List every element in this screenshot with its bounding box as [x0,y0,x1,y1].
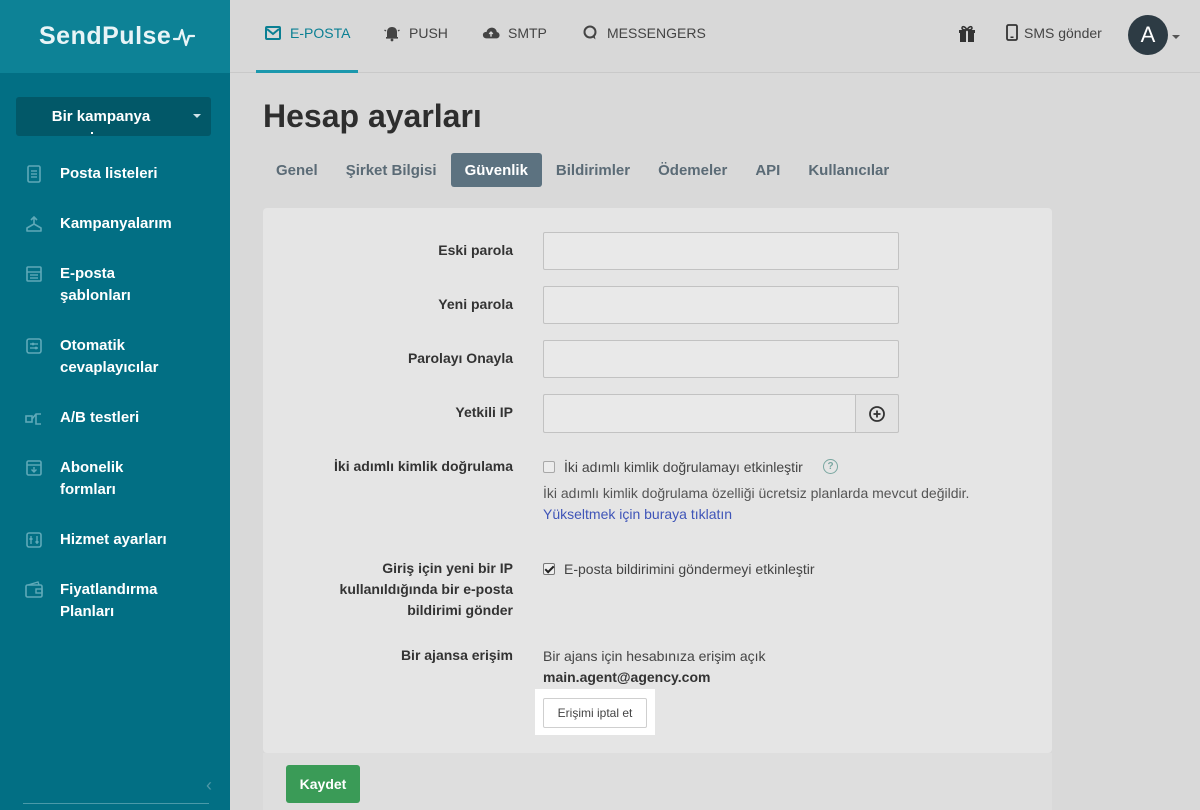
tab-general[interactable]: Genel [262,153,332,187]
tab-push[interactable]: PUSH [383,24,448,42]
sidebar-item-label: A/B testleri [60,409,140,426]
tab-company-info[interactable]: Şirket Bilgisi [332,153,451,187]
agency-access-label: Bir ajansa erişim [400,647,513,663]
label-overflow-dot [91,132,93,134]
tab-smtp[interactable]: SMTP [482,24,547,42]
chevron-down-icon[interactable] [1172,35,1180,39]
sidebar-item-label: Hizmet ayarları [60,531,167,548]
sidebar-item-label: Otomatik cevaplayıcılar [60,337,159,376]
authorized-ip-label: Yetkili IP [455,404,513,420]
two-factor-checkbox[interactable] [543,461,555,473]
sidebar-item-label: Fiyatlandırma Planları [60,581,158,620]
template-icon [26,266,42,282]
new-ip-email-label-line: bildirimi gönder [407,602,513,618]
form-icon [26,460,42,476]
sidebar-item-label: Posta listeleri [60,165,158,182]
upgrade-link[interactable]: Yükseltmek için buraya tıklatın [543,506,732,522]
logo-text: SendPulse [39,22,172,50]
new-password-field[interactable] [543,286,899,324]
old-password-field[interactable] [543,232,899,270]
sidebar: SendPulse Bir kampanya Posta listeleri K… [0,0,230,810]
tab-users[interactable]: Kullanıcılar [794,153,903,187]
campaign-icon [26,215,42,232]
page-title: Hesap ayarları [263,98,482,134]
cloud-icon [482,27,500,39]
wallet-icon [25,581,43,598]
two-factor-label: İki adımlı kimlik doğrulama [334,458,513,474]
sidebar-item-campaigns[interactable]: Kampanyalarım [0,213,230,235]
settings-icon [26,532,42,548]
chat-icon [583,25,597,40]
create-campaign-button[interactable]: Bir kampanya [16,97,211,136]
sidebar-item-pricing-plans[interactable]: Fiyatlandırma Planları [0,579,230,623]
help-icon[interactable]: ? [823,459,838,474]
top-navigation: E-POSTA PUSH SMTP MESSENGERS SMS gönder … [230,0,1200,73]
ab-test-icon [25,413,41,425]
email-notification-checkbox-label[interactable]: E-posta bildirimini göndermeyi etkinleşt… [564,561,815,577]
tab-email[interactable]: E-POSTA [264,24,350,42]
active-tab-indicator [256,70,358,73]
email-notification-checkbox[interactable] [543,563,555,575]
pulse-icon [173,28,196,46]
plus-circle-icon [869,405,885,422]
agency-access-status: Bir ajans için hesabınıza erişim açık [543,648,766,664]
panel-footer [263,753,1052,810]
new-ip-email-label-line: Giriş için yeni bir IP [382,560,513,576]
avatar[interactable]: A [1128,15,1168,55]
two-factor-note: İki adımlı kimlik doğrulama özelliği ücr… [543,485,970,501]
bell-icon [384,27,400,42]
mail-icon [265,26,281,40]
sidebar-item-label: E-posta şablonları [60,265,131,304]
tab-notifications[interactable]: Bildirimler [542,153,644,187]
add-ip-button[interactable] [855,394,899,433]
agency-email: main.agent@agency.com [543,669,711,685]
create-campaign-label: Bir kampanya [51,108,151,125]
confirm-password-label: Parolayı Onayla [407,350,513,366]
sms-send-button[interactable]: SMS gönder [1006,24,1102,41]
two-factor-checkbox-label[interactable]: İki adımlı kimlik doğrulamayı etkinleşti… [564,459,803,475]
tab-push-label: PUSH [409,25,448,41]
settings-tabs: Genel Şirket Bilgisi Güvenlik Bildirimle… [262,153,903,187]
confirm-password-field[interactable] [543,340,899,378]
sidebar-item-email-templates[interactable]: E-posta şablonları [0,263,230,307]
sidebar-item-label: Kampanyalarım [60,215,172,232]
sidebar-item-mailing-lists[interactable]: Posta listeleri [0,163,230,185]
tab-smtp-label: SMTP [508,25,547,41]
autoresponder-icon [26,338,42,354]
old-password-label: Eski parola [438,242,513,258]
tab-email-label: E-POSTA [290,25,351,41]
collapse-sidebar-icon[interactable]: ‹ [206,775,212,796]
new-ip-email-label-line: kullanıldığında bir e-posta [339,581,513,597]
revoke-access-button[interactable]: Erişimi iptal et [543,698,647,728]
authorized-ip-field[interactable] [543,394,856,433]
tab-api[interactable]: API [741,153,794,187]
tab-payments[interactable]: Ödemeler [644,153,741,187]
sidebar-item-subscription-forms[interactable]: Abonelik formları [0,457,230,501]
sms-send-label: SMS gönder [1024,24,1102,41]
sidebar-nav: Posta listeleri Kampanyalarım E-posta şa… [0,158,230,623]
logo[interactable]: SendPulse [0,0,230,73]
sidebar-item-label: Abonelik formları [60,459,124,498]
save-button[interactable]: Kaydet [286,765,360,803]
new-ip-email-label: Giriş için yeni bir IP kullanıldığında b… [340,558,513,621]
phone-icon [1006,24,1018,41]
sidebar-divider [23,803,209,804]
sidebar-item-service-settings[interactable]: Hizmet ayarları [0,529,230,551]
tab-security[interactable]: Güvenlik [450,153,542,187]
tab-messengers-label: MESSENGERS [607,25,706,41]
sidebar-item-ab-tests[interactable]: A/B testleri [0,407,230,429]
sidebar-item-autoresponders[interactable]: Otomatik cevaplayıcılar [0,335,230,379]
tab-messengers[interactable]: MESSENGERS [581,24,706,42]
list-icon [27,165,41,183]
new-password-label: Yeni parola [438,296,513,312]
chevron-down-icon[interactable] [193,114,201,118]
gift-icon[interactable] [957,24,977,44]
